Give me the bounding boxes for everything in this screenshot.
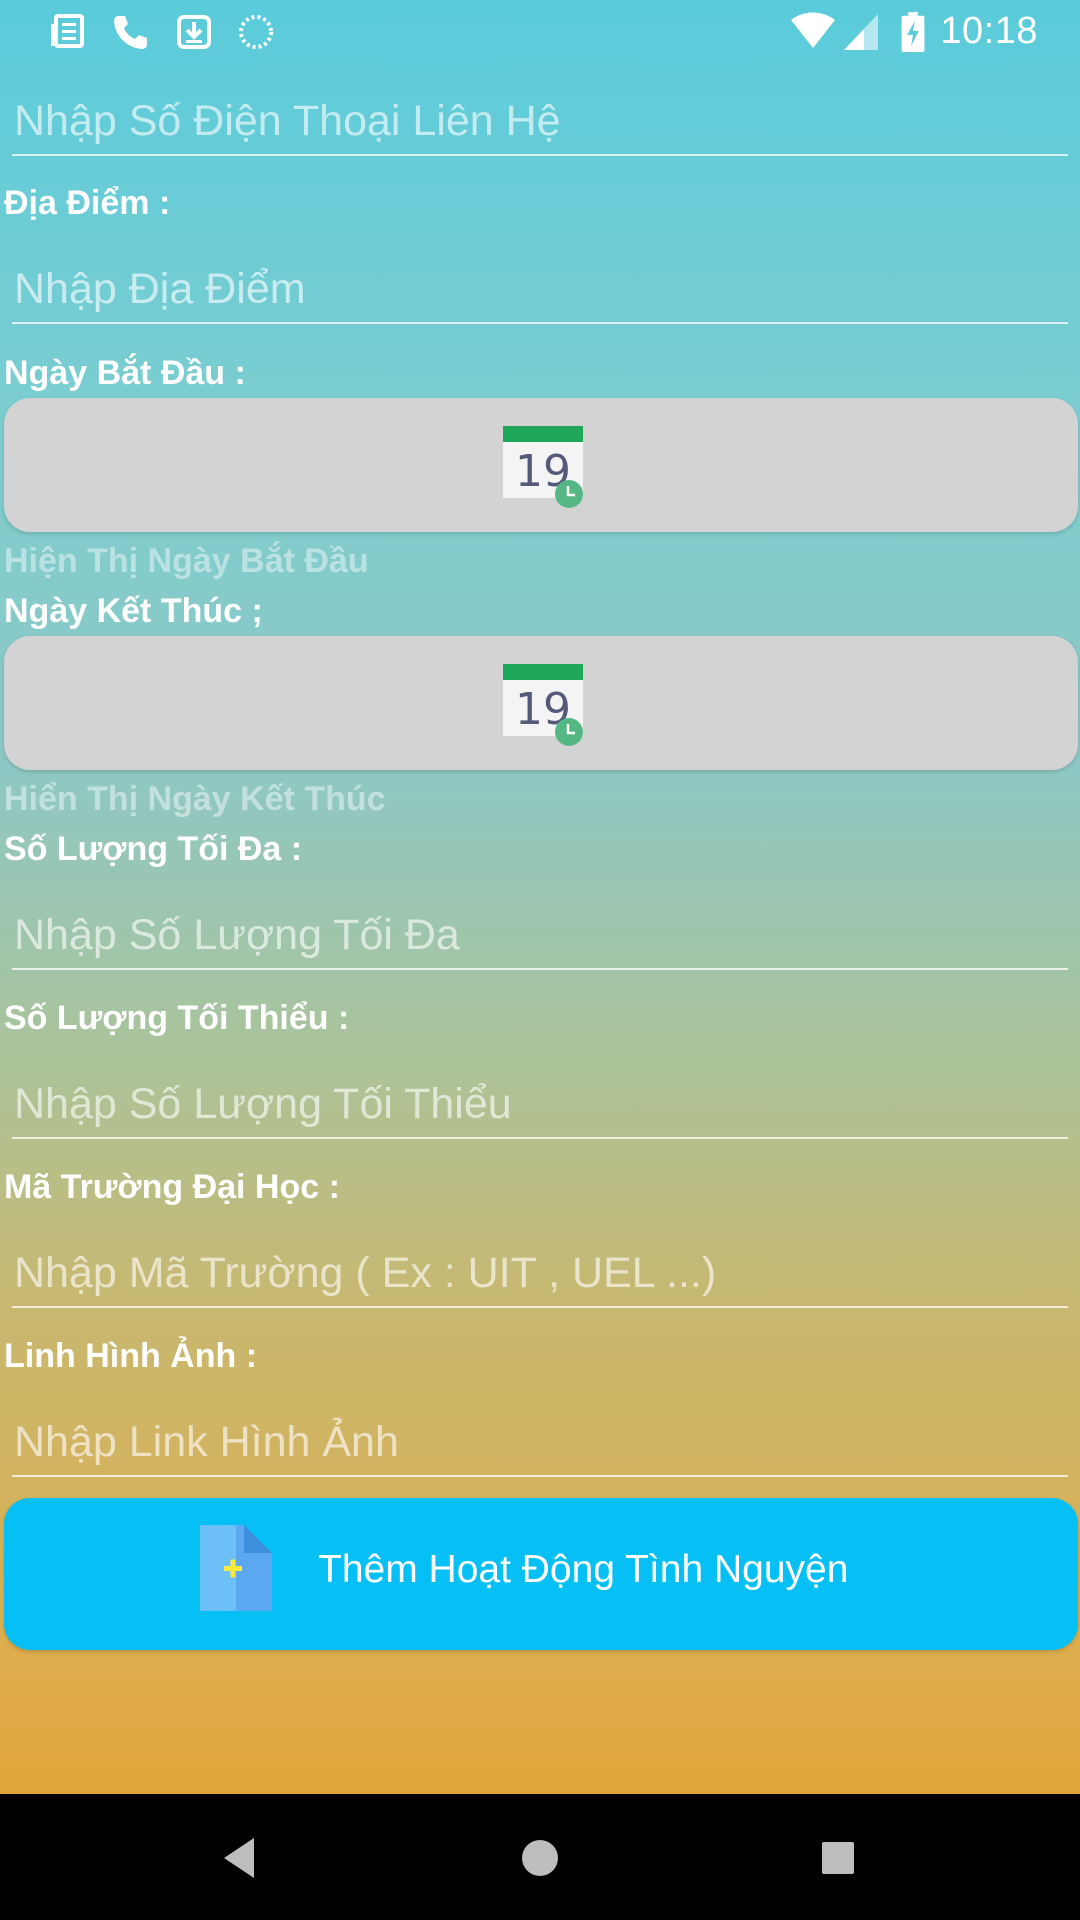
wifi-icon: [791, 12, 835, 48]
download-icon: [177, 15, 211, 49]
min-quantity-label: Số Lượng Tối Thiểu :: [4, 999, 350, 1037]
recents-icon[interactable]: [810, 1830, 866, 1886]
back-icon[interactable]: [214, 1830, 270, 1886]
end-date-display: Hiển Thị Ngày Kết Thúc: [4, 780, 386, 818]
school-code-input[interactable]: Nhập Mã Trường ( Ex : UIT , UEL ...): [12, 1240, 1068, 1308]
calendar-icon: 19: [503, 664, 583, 746]
phone-input-placeholder: Nhập Số Điện Thoại Liên Hệ: [14, 97, 561, 145]
phone-input[interactable]: Nhập Số Điện Thoại Liên Hệ: [12, 88, 1068, 156]
school-code-label: Mã Trường Đại Học :: [4, 1168, 340, 1206]
school-code-placeholder: Nhập Mã Trường ( Ex : UIT , UEL ...): [14, 1249, 717, 1297]
image-link-placeholder: Nhập Link Hình Ảnh: [14, 1418, 399, 1466]
min-quantity-placeholder: Nhập Số Lượng Tối Thiểu: [14, 1080, 512, 1128]
location-input-placeholder: Nhập Địa Điểm: [14, 265, 306, 313]
app-screen: 10:18 Nhập Số Điện Thoại Liên Hệ Địa Điể…: [0, 0, 1080, 1920]
battery-charging-icon: [901, 12, 925, 52]
end-date-button[interactable]: 19: [4, 636, 1078, 770]
navigation-bar: [0, 1794, 1080, 1920]
image-link-label: Linh Hình Ảnh :: [4, 1337, 258, 1375]
location-input[interactable]: Nhập Địa Điểm: [12, 256, 1068, 324]
max-quantity-input[interactable]: Nhập Số Lượng Tối Đa: [12, 902, 1068, 970]
end-date-label: Ngày Kết Thúc ;: [4, 592, 263, 630]
clock-time: 10:18: [940, 10, 1038, 52]
min-quantity-input[interactable]: Nhập Số Lượng Tối Thiểu: [12, 1071, 1068, 1139]
location-label: Địa Điểm :: [4, 184, 171, 222]
add-file-icon: [200, 1525, 272, 1611]
calendar-icon: 19: [503, 426, 583, 508]
max-quantity-placeholder: Nhập Số Lượng Tối Đa: [14, 911, 460, 959]
phone-icon: [114, 16, 147, 49]
sync-icon: [239, 15, 273, 49]
home-icon[interactable]: [512, 1830, 568, 1886]
signal-icon: [844, 14, 878, 50]
image-link-input[interactable]: Nhập Link Hình Ảnh: [12, 1409, 1068, 1477]
start-date-label: Ngày Bắt Đầu :: [4, 354, 246, 392]
add-volunteer-activity-label: Thêm Hoạt Động Tình Nguyện: [318, 1548, 849, 1591]
news-icon: [51, 14, 84, 48]
start-date-display: Hiện Thị Ngày Bắt Đầu: [4, 542, 369, 580]
start-date-button[interactable]: 19: [4, 398, 1078, 532]
add-volunteer-activity-button[interactable]: Thêm Hoạt Động Tình Nguyện: [4, 1498, 1078, 1650]
max-quantity-label: Số Lượng Tối Đa :: [4, 830, 303, 868]
status-bar: 10:18: [0, 0, 1080, 63]
